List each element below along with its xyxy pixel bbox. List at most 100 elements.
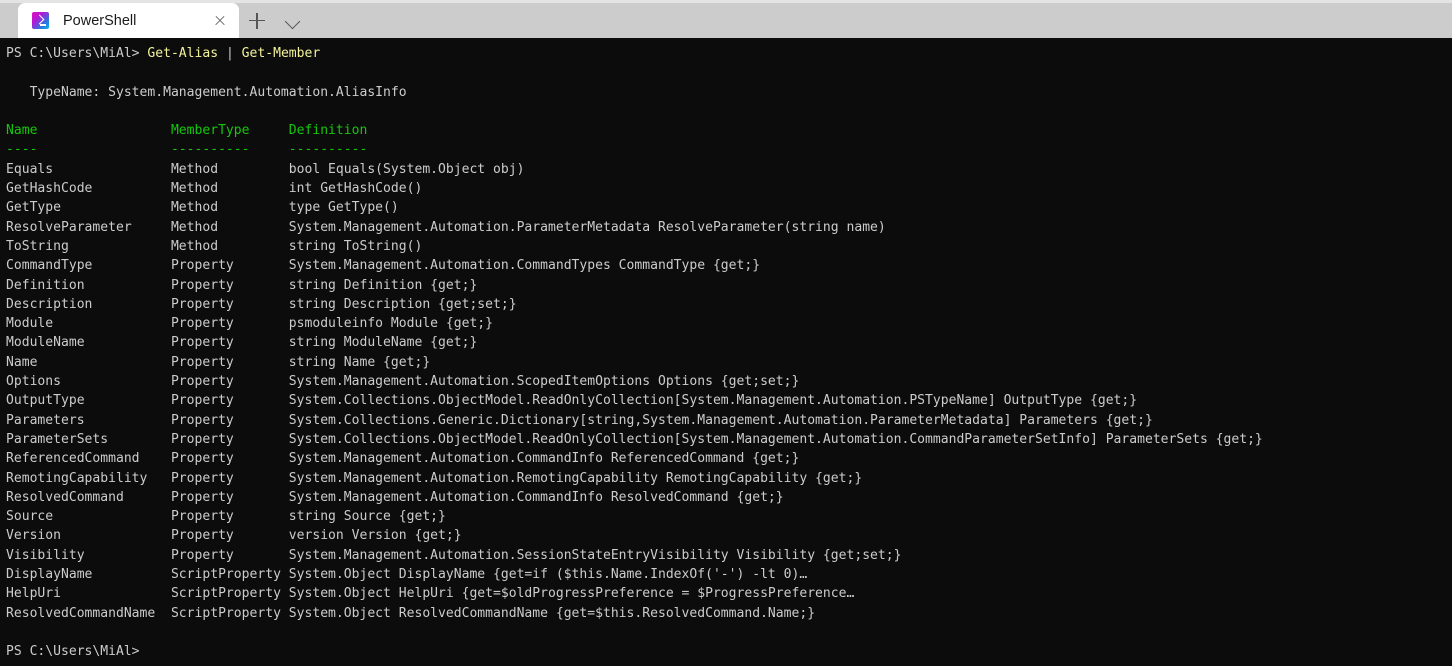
cell-name: Visibility bbox=[6, 547, 171, 563]
cell-definition: System.Management.Automation.SessionStat… bbox=[288, 547, 902, 563]
tab-powershell[interactable]: PowerShell bbox=[18, 3, 239, 38]
terminal-surface[interactable]: PS C:\Users\MiAl> Get-Alias | Get-Member… bbox=[0, 38, 1452, 666]
cell-definition: string ToString() bbox=[288, 238, 423, 254]
rule-definition: ---------- bbox=[288, 142, 368, 158]
cell-membertype: Property bbox=[170, 412, 289, 428]
table-row: Equals Method bool Equals(System.Object … bbox=[6, 160, 1452, 179]
cell-name: DisplayName bbox=[6, 567, 171, 583]
cell-membertype: Property bbox=[170, 393, 289, 409]
cell-definition: System.Management.Automation.ScopedItemO… bbox=[288, 374, 800, 390]
cell-name: CommandType bbox=[6, 258, 171, 274]
table-row: ResolvedCommandName ScriptProperty Syste… bbox=[6, 604, 1452, 623]
prompt-path: PS C:\Users\MiAl> bbox=[6, 46, 148, 61]
cell-membertype: Property bbox=[170, 354, 289, 370]
column-header-membertype: MemberType bbox=[170, 123, 289, 139]
cell-name: RemotingCapability bbox=[6, 470, 171, 486]
cell-definition: type GetType() bbox=[288, 200, 399, 216]
tab-title: PowerShell bbox=[63, 12, 137, 29]
rule-name: ---- bbox=[6, 142, 171, 158]
command-get-member: Get-Member bbox=[241, 46, 321, 61]
cell-definition: System.Collections.ObjectModel.ReadOnlyC… bbox=[288, 393, 1138, 409]
table-row: Module Property psmoduleinfo Module {get… bbox=[6, 314, 1452, 333]
cell-membertype: Property bbox=[170, 470, 289, 486]
cell-name: Parameters bbox=[6, 412, 171, 428]
powershell-icon bbox=[32, 12, 49, 29]
cell-name: Version bbox=[6, 528, 171, 544]
cell-definition: bool Equals(System.Object obj) bbox=[288, 161, 525, 177]
cell-name: ModuleName bbox=[6, 335, 171, 351]
cell-name: Source bbox=[6, 509, 171, 525]
terminal-prompt-line-final[interactable]: PS C:\Users\MiAl> bbox=[6, 642, 1452, 661]
cell-name: GetHashCode bbox=[6, 181, 171, 197]
cell-definition: System.Management.Automation.CommandInfo… bbox=[288, 489, 784, 505]
table-row: HelpUri ScriptProperty System.Object Hel… bbox=[6, 584, 1452, 603]
cell-definition: string Source {get;} bbox=[288, 509, 446, 525]
cell-membertype: Property bbox=[170, 489, 289, 505]
terminal-prompt-line[interactable]: PS C:\Users\MiAl> Get-Alias | Get-Member bbox=[6, 44, 1452, 63]
table-row: Source Property string Source {get;} bbox=[6, 507, 1452, 526]
column-rule-row: ---- ---------- ---------- bbox=[6, 140, 1452, 159]
cell-membertype: ScriptProperty bbox=[170, 567, 289, 583]
terminal-output: PS C:\Users\MiAl> Get-Alias | Get-Member… bbox=[6, 44, 1452, 662]
cell-name: Options bbox=[6, 374, 171, 390]
table-row: ResolvedCommand Property System.Manageme… bbox=[6, 488, 1452, 507]
plus-icon[interactable] bbox=[239, 3, 275, 38]
table-row: Definition Property string Definition {g… bbox=[6, 276, 1452, 295]
cell-definition: System.Management.Automation.ParameterMe… bbox=[288, 219, 886, 235]
cell-membertype: Property bbox=[170, 374, 289, 390]
typename-text: TypeName: System.Management.Automation.A… bbox=[6, 84, 407, 100]
table-row: Description Property string Description … bbox=[6, 295, 1452, 314]
cell-membertype: ScriptProperty bbox=[170, 586, 289, 602]
cell-name: OutputType bbox=[6, 393, 171, 409]
chevron-down-icon[interactable] bbox=[275, 3, 311, 38]
table-row: ParameterSets Property System.Collection… bbox=[6, 430, 1452, 449]
column-header-name: Name bbox=[6, 123, 171, 139]
cell-definition: string Name {get;} bbox=[288, 354, 431, 370]
cell-membertype: Property bbox=[170, 296, 289, 312]
cell-definition: System.Object ResolvedCommandName {get=$… bbox=[288, 605, 816, 621]
pipe-operator: | bbox=[218, 46, 242, 61]
prompt-path: PS C:\Users\MiAl> bbox=[6, 644, 148, 660]
column-header-row: Name MemberType Definition bbox=[6, 121, 1452, 140]
table-row: Options Property System.Management.Autom… bbox=[6, 372, 1452, 391]
cell-name: Module bbox=[6, 316, 171, 332]
cell-definition: psmoduleinfo Module {get;} bbox=[288, 316, 494, 332]
cell-definition: int GetHashCode() bbox=[288, 181, 423, 197]
table-row: ToString Method string ToString() bbox=[6, 237, 1452, 256]
typename-line: TypeName: System.Management.Automation.A… bbox=[6, 83, 1452, 102]
table-row: ResolveParameter Method System.Managemen… bbox=[6, 218, 1452, 237]
table-row: Version Property version Version {get;} bbox=[6, 526, 1452, 545]
table-row: Visibility Property System.Management.Au… bbox=[6, 546, 1452, 565]
table-row: GetHashCode Method int GetHashCode() bbox=[6, 179, 1452, 198]
cell-name: Description bbox=[6, 296, 171, 312]
table-row: Name Property string Name {get;} bbox=[6, 353, 1452, 372]
cell-membertype: Property bbox=[170, 431, 289, 447]
cell-definition: System.Object HelpUri {get=$oldProgressP… bbox=[288, 586, 855, 602]
cell-definition: System.Management.Automation.RemotingCap… bbox=[288, 470, 863, 486]
cell-definition: string Description {get;set;} bbox=[288, 296, 517, 312]
cell-definition: System.Collections.ObjectModel.ReadOnlyC… bbox=[288, 431, 1263, 447]
cell-name: Equals bbox=[6, 161, 171, 177]
cell-name: ResolvedCommand bbox=[6, 489, 171, 505]
cell-membertype: Property bbox=[170, 277, 289, 293]
table-row: CommandType Property System.Management.A… bbox=[6, 256, 1452, 275]
cell-definition: string ModuleName {get;} bbox=[288, 335, 478, 351]
cell-membertype: Method bbox=[170, 181, 289, 197]
cell-membertype: Property bbox=[170, 451, 289, 467]
cell-name: ReferencedCommand bbox=[6, 451, 171, 467]
cell-definition: version Version {get;} bbox=[288, 528, 462, 544]
cell-definition: System.Object DisplayName {get=if ($this… bbox=[288, 567, 808, 583]
cell-name: Name bbox=[6, 354, 171, 370]
close-icon[interactable] bbox=[209, 10, 231, 32]
cell-name: HelpUri bbox=[6, 586, 171, 602]
cell-name: ResolveParameter bbox=[6, 219, 171, 235]
table-row: DisplayName ScriptProperty System.Object… bbox=[6, 565, 1452, 584]
cell-name: ParameterSets bbox=[6, 431, 171, 447]
cell-membertype: Property bbox=[170, 509, 289, 525]
column-header-definition: Definition bbox=[288, 123, 368, 139]
cell-membertype: Method bbox=[170, 200, 289, 216]
cell-membertype: Property bbox=[170, 258, 289, 274]
